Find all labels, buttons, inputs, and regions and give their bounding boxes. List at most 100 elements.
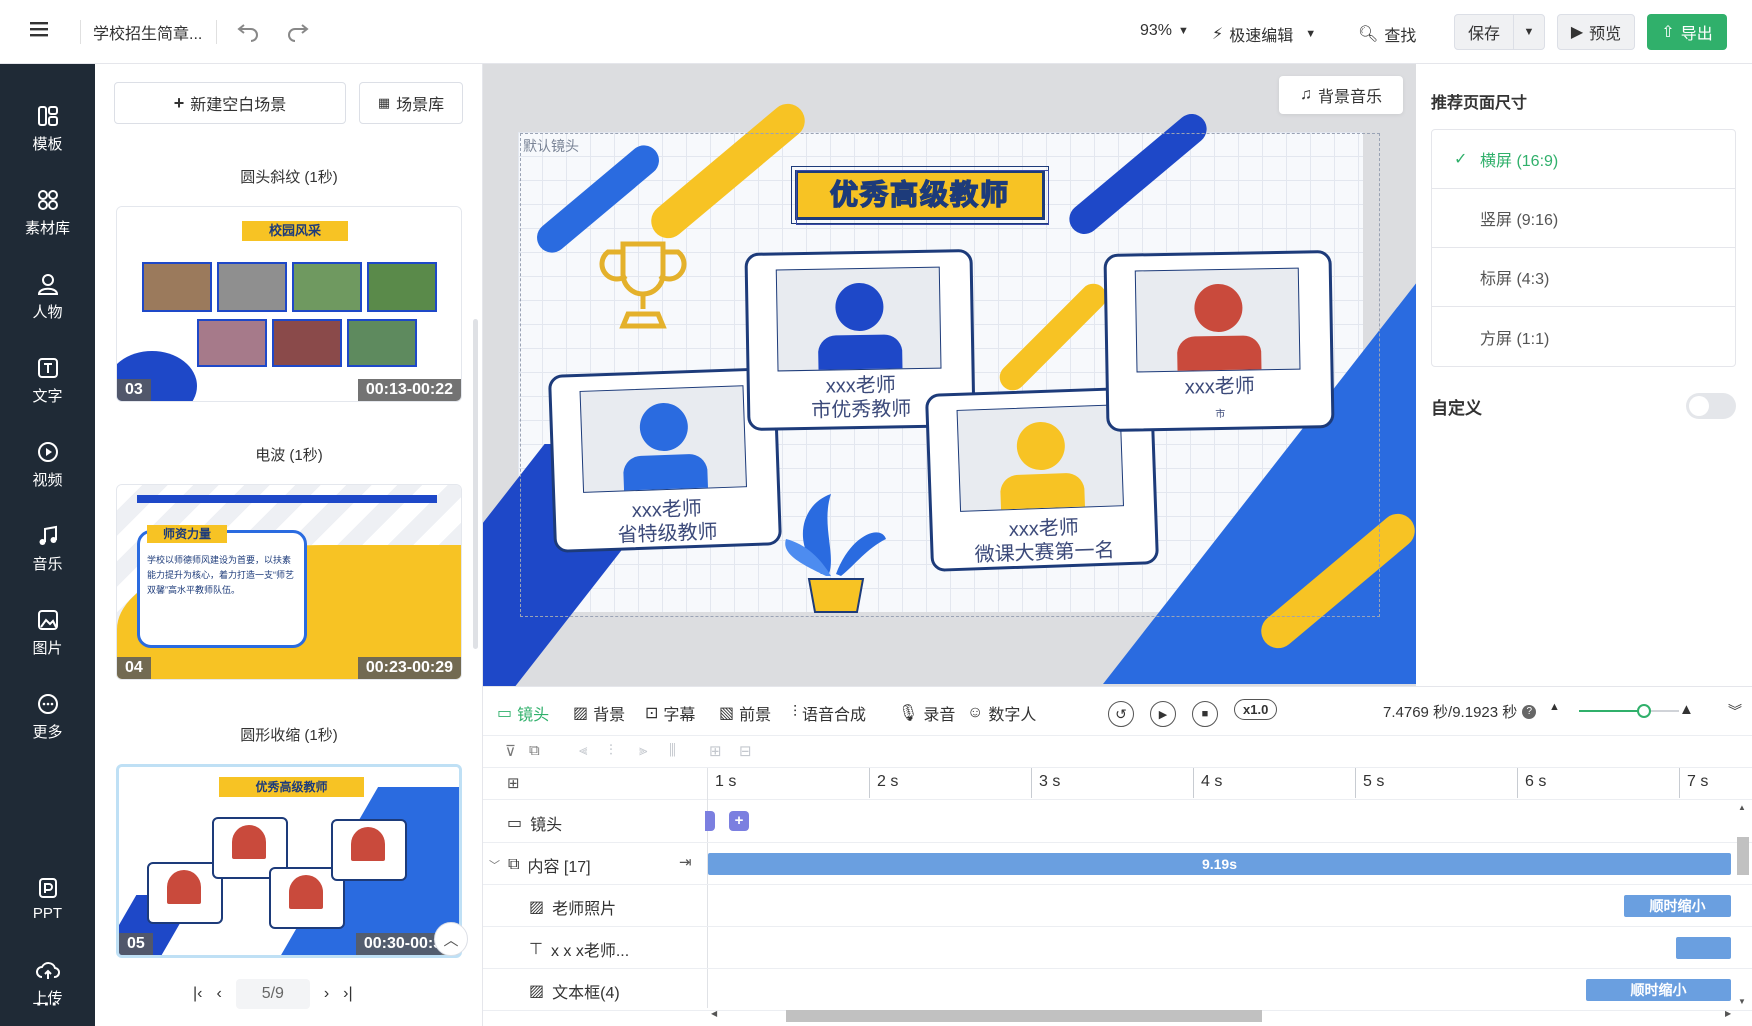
tool-label: 镜头: [517, 707, 550, 724]
redo-icon[interactable]: [286, 18, 310, 42]
group-icon[interactable]: ⊞: [709, 742, 722, 760]
last-page-icon[interactable]: ›|: [343, 985, 352, 1003]
zoom-out-icon[interactable]: ▲: [1549, 701, 1560, 713]
scene-transition-title: 电波 (1秒): [255, 447, 323, 464]
size-option-portrait[interactable]: 竖屏 (9:16): [1432, 189, 1735, 248]
replay-button[interactable]: ↺: [1108, 701, 1134, 727]
document-title[interactable]: 学校招生简章...: [93, 20, 202, 44]
filter-icon[interactable]: ⊽: [505, 742, 516, 760]
scene-thumbnail-selected[interactable]: 优秀高级教师 05 00:30-00:39: [116, 764, 462, 958]
save-button[interactable]: 保存: [1454, 14, 1514, 50]
sidebar-item-template[interactable]: 模板: [0, 94, 95, 164]
scroll-to-top-button[interactable]: ︿: [434, 922, 468, 956]
track-label: x x x老师...: [550, 943, 630, 960]
first-page-icon[interactable]: |‹: [193, 985, 202, 1003]
time-ruler[interactable]: 1 s 2 s 3 s 4 s 5 s 6 s 7 s: [707, 768, 1752, 800]
add-camera-button[interactable]: +: [729, 811, 749, 831]
video-icon: [37, 441, 58, 462]
add-track-icon[interactable]: ⊞: [507, 774, 520, 792]
fast-edit-dropdown[interactable]: ⚡ 极速编辑 ▼: [1212, 22, 1316, 46]
sidebar-item-more[interactable]: 更多: [0, 682, 95, 752]
sidebar-item-music[interactable]: 音乐: [0, 514, 95, 584]
scene-transition-title: 圆头斜纹 (1秒): [240, 169, 338, 186]
scene-time: 00:23-00:29: [357, 657, 461, 679]
tool-foreground[interactable]: ▧ 前景: [719, 701, 771, 725]
chevron-down-icon[interactable]: ﹀: [489, 857, 500, 873]
tool-background[interactable]: ▨ 背景: [573, 701, 625, 725]
sidebar-item-text[interactable]: 文字: [0, 346, 95, 416]
prev-page-icon[interactable]: ‹: [216, 985, 221, 1003]
size-option-landscape[interactable]: ✓ 横屏 (16:9): [1432, 130, 1735, 189]
sidebar-item-label: 人物: [32, 303, 63, 321]
page-indicator[interactable]: 5/9: [235, 979, 310, 1009]
zoom-value: 93%: [1140, 22, 1173, 39]
sidebar-item-label: 文字: [32, 387, 63, 405]
animation-clip[interactable]: 顺时缩小: [1586, 979, 1731, 1001]
track-teacher-text[interactable]: ⊤ x x x老师...: [483, 927, 1752, 969]
replay-icon: ↺: [1108, 701, 1134, 727]
tool-camera[interactable]: ▭ 镜头: [497, 701, 549, 725]
more-dots[interactable]: ···: [0, 994, 95, 1017]
zoom-in-icon[interactable]: ▲: [1679, 701, 1694, 718]
stop-icon: ■: [1192, 701, 1218, 727]
tool-record[interactable]: 🎙︎ 录音: [898, 701, 955, 725]
custom-size-toggle[interactable]: [1686, 393, 1736, 419]
align-right-icon[interactable]: ⫸: [639, 742, 647, 759]
scene-scrollbar[interactable]: [473, 319, 478, 649]
ruler-tick: 6 s: [1517, 768, 1546, 798]
image-icon: ▨: [529, 983, 545, 1000]
track-teacher-photo[interactable]: ▨ 老师照片 顺时缩小: [483, 885, 1752, 927]
export-button[interactable]: ⇧ 导出: [1647, 14, 1727, 50]
stop-button[interactable]: ■: [1192, 701, 1218, 727]
ungroup-icon[interactable]: ⊟: [739, 742, 752, 760]
zoom-slider[interactable]: [1579, 704, 1679, 718]
scene-library-button[interactable]: ▦ 场景库: [359, 82, 463, 124]
sidebar-item-label: 模板: [32, 135, 63, 153]
scene-thumbnail[interactable]: 师资力量 学校以师德师风建设为首要，以扶素能力提升为核心，着力打造一支“师艺双馨…: [116, 484, 462, 680]
find-button[interactable]: 🔍︎ 查找: [1358, 22, 1416, 46]
animation-clip[interactable]: 顺时缩小: [1624, 895, 1731, 917]
chevron-down-icon: ▼: [1523, 26, 1535, 38]
animation-clip[interactable]: [1676, 937, 1731, 959]
tool-digital-human[interactable]: ☺ 数字人: [967, 701, 1036, 725]
size-option-square[interactable]: 方屏 (1:1): [1432, 307, 1735, 366]
sidebar-item-assets[interactable]: 素材库: [0, 178, 95, 248]
camera-clip[interactable]: [705, 811, 715, 831]
layer-icon[interactable]: ⧉: [529, 742, 540, 759]
menu-icon[interactable]: [28, 18, 50, 40]
timeline-vertical-scrollbar[interactable]: ▲ ▼: [1736, 803, 1750, 1009]
new-blank-scene-button[interactable]: + 新建空白场景: [114, 82, 346, 124]
sidebar-item-label: 更多: [32, 723, 63, 741]
tool-tts[interactable]: ⫶ 语音合成: [793, 701, 866, 725]
track-content[interactable]: ﹀ ⧉ 内容 [17] ⇥ 9.19s: [483, 843, 1752, 885]
next-page-icon[interactable]: ›: [324, 985, 329, 1003]
zoom-select[interactable]: 93% ▼: [1140, 22, 1189, 40]
align-left-icon[interactable]: ⫷: [579, 742, 587, 759]
sidebar-item-ppt[interactable]: PPT: [0, 864, 95, 934]
preview-button[interactable]: ▶ 预览: [1557, 14, 1635, 50]
undo-icon[interactable]: [236, 18, 260, 42]
track-textbox[interactable]: ▨ 文本框(4) 顺时缩小: [483, 969, 1752, 1011]
track-camera[interactable]: ▭ 镜头 +: [483, 801, 1752, 843]
content-bar[interactable]: 9.19s: [708, 853, 1731, 875]
help-icon: ?: [1522, 704, 1537, 719]
sidebar-item-image[interactable]: 图片: [0, 598, 95, 668]
speed-button[interactable]: x1.0: [1234, 699, 1278, 720]
thumb-heading: 校园风采: [242, 221, 348, 241]
top-bar: 学校招生简章... 93% ▼ ⚡ 极速编辑 ▼ 🔍︎ 查找 保存 ▼ ▶ 预览 ⇧ 导出: [0, 0, 1752, 64]
timeline-horizontal-scrollbar[interactable]: ◀ ▶: [707, 1007, 1736, 1023]
size-option-standard[interactable]: 标屏 (4:3): [1432, 248, 1735, 307]
sidebar-item-label: 视频: [32, 471, 63, 489]
align-center-icon[interactable]: ⫶: [609, 742, 613, 759]
distribute-icon[interactable]: ⫼: [669, 742, 676, 759]
exit-group-icon[interactable]: ⇥: [679, 853, 692, 871]
sidebar-item-video[interactable]: 视频: [0, 430, 95, 500]
tool-label: 前景: [739, 707, 772, 724]
save-dropdown[interactable]: ▼: [1513, 14, 1545, 50]
tool-subtitle[interactable]: ⊡ 字幕: [645, 701, 695, 725]
background-music-button[interactable]: ♫ 背景音乐: [1279, 76, 1403, 114]
collapse-icon[interactable]: ︾: [1728, 701, 1742, 721]
play-button[interactable]: ▶: [1150, 701, 1176, 727]
scene-thumbnail[interactable]: 校园风采 03 00:13-00:22: [116, 206, 462, 402]
sidebar-item-people[interactable]: 人物: [0, 262, 95, 332]
